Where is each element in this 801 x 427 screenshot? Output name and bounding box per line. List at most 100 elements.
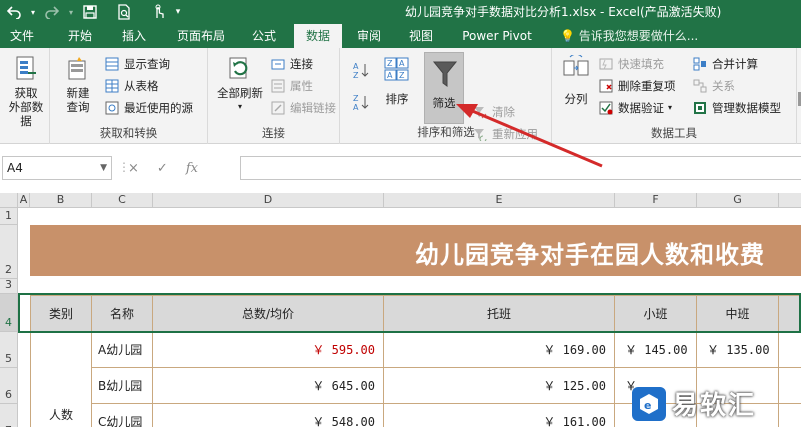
title-banner[interactable]: 幼儿园竞争对手在园人数和收费 [30, 225, 801, 276]
row-header-4[interactable]: 4 [0, 294, 18, 332]
text-to-columns-label: 分列 [564, 92, 588, 106]
xiaoban-cell[interactable]: ￥ 145.00 [615, 332, 697, 368]
tab-view[interactable]: 视图 [398, 24, 444, 48]
edit-links-button[interactable]: 编辑链接 [270, 98, 336, 118]
tab-data[interactable]: 数据 [294, 24, 342, 48]
consolidate-button[interactable]: 合并计算 [692, 54, 758, 74]
name-box[interactable]: A4 ▼ [2, 156, 112, 180]
next-cell[interactable] [779, 332, 801, 368]
header-name[interactable]: 名称 [92, 295, 153, 332]
column-header-b[interactable]: B [30, 193, 92, 208]
tuoban-cell[interactable]: ￥ 169.00 [384, 332, 615, 368]
text-to-columns-button[interactable]: 分列 [556, 54, 596, 106]
confirm-entry-icon[interactable]: ✓ [157, 161, 168, 176]
remove-duplicates-icon [598, 78, 614, 94]
refresh-all-label: 全部刷新 [217, 86, 263, 100]
recent-sources-button[interactable]: 最近使用的源 [104, 98, 193, 118]
properties-button[interactable]: 属性 [270, 76, 313, 96]
relationships-icon [692, 78, 708, 94]
relationships-button[interactable]: 关系 [692, 76, 735, 96]
category-cell[interactable]: 人数 [30, 332, 92, 427]
header-total-avg[interactable]: 总数/均价 [153, 295, 384, 332]
tell-me-text: 告诉我您想要做什么... [578, 29, 699, 43]
row-header-5[interactable]: 5 [0, 332, 18, 368]
row-header-3[interactable]: 3 [0, 278, 18, 294]
select-all-corner[interactable] [0, 193, 18, 208]
refresh-all-dropdown[interactable]: ▾ [212, 100, 268, 114]
text-to-columns-icon [562, 54, 590, 84]
touch-mode-icon[interactable] [144, 0, 172, 24]
tell-me-box[interactable]: 💡 告诉我您想要做什么... [560, 24, 698, 48]
header-xiaoban[interactable]: 小班 [615, 295, 697, 332]
refresh-all-button[interactable]: 全部刷新 ▾ [212, 54, 268, 114]
redo-icon[interactable] [38, 0, 66, 24]
connections-button[interactable]: 连接 [270, 54, 313, 74]
get-external-data-button[interactable]: 获取 外部数据 [4, 54, 48, 128]
row-header-2[interactable]: 2 [0, 225, 18, 279]
undo-dropdown-icon[interactable]: ▾ [28, 0, 38, 24]
show-queries-label: 显示查询 [124, 57, 170, 71]
svg-text:A: A [353, 103, 359, 111]
new-query-button[interactable]: 新建 查询 [56, 54, 100, 114]
name-box-dropdown-icon[interactable]: ▼ [100, 157, 107, 179]
tab-review[interactable]: 审阅 [346, 24, 392, 48]
column-header-c[interactable]: C [92, 193, 153, 208]
table-row[interactable]: A幼儿园 [92, 332, 153, 368]
tab-home[interactable]: 开始 [56, 24, 104, 48]
sort-ascending-button[interactable]: AZ [352, 60, 374, 80]
edit-links-icon [270, 100, 286, 116]
window-title: 幼儿园竞争对手数据对比分析1.xlsx - Excel(产品激活失败) [405, 5, 722, 19]
row-header-6[interactable]: 6 [0, 368, 18, 404]
manage-data-model-button[interactable]: 管理数据模型 [692, 98, 781, 118]
data-validation-dropdown[interactable]: ▾ [668, 98, 672, 118]
column-header-h[interactable] [779, 193, 801, 208]
show-queries-icon [104, 56, 120, 72]
header-tuoban[interactable]: 托班 [384, 295, 615, 332]
insert-function-icon[interactable]: fx [186, 161, 198, 176]
tab-insert[interactable]: 插入 [110, 24, 158, 48]
flash-fill-button[interactable]: 快速填充 [598, 54, 664, 74]
column-header-f[interactable]: F [615, 193, 697, 208]
from-table-button[interactable]: 从表格 [104, 76, 159, 96]
total-cell[interactable]: ￥ 548.00 [153, 404, 384, 427]
sort-button[interactable]: ZAAZ 排序 [378, 54, 416, 106]
formula-input[interactable] [240, 156, 801, 180]
column-header-e[interactable]: E [384, 193, 615, 208]
tab-power-pivot[interactable]: Power Pivot [452, 24, 542, 48]
sort-descending-button[interactable]: ZA [352, 92, 374, 112]
tab-file[interactable]: 文件 [0, 24, 44, 48]
clear-filter-icon [472, 104, 488, 120]
row-header-1[interactable]: 1 [0, 208, 18, 225]
customize-qat-icon[interactable]: ▾ [172, 0, 184, 24]
cancel-entry-icon[interactable]: × [128, 161, 139, 176]
column-header-d[interactable]: D [153, 193, 384, 208]
total-cell[interactable]: ￥ 645.00 [153, 368, 384, 404]
tab-formulas[interactable]: 公式 [240, 24, 288, 48]
data-model-icon [692, 100, 708, 116]
header-category[interactable]: 类别 [30, 295, 92, 332]
table-row[interactable]: C幼儿园 [92, 404, 153, 427]
total-cell[interactable]: ￥ 595.00 [153, 332, 384, 368]
undo-icon[interactable] [0, 0, 28, 24]
sort-label: 排序 [385, 92, 409, 106]
remove-duplicates-button[interactable]: 删除重复项 [598, 76, 676, 96]
header-next[interactable] [779, 295, 801, 332]
data-validation-button[interactable]: 数据验证 ▾ [598, 98, 672, 118]
column-header-a[interactable]: A [18, 193, 30, 208]
header-zhongban[interactable]: 中班 [697, 295, 779, 332]
tuoban-cell[interactable]: ￥ 125.00 [384, 368, 615, 404]
filter-button[interactable]: 筛选 [424, 52, 464, 124]
table-row[interactable]: B幼儿园 [92, 368, 153, 404]
next-cell[interactable] [779, 368, 801, 404]
save-icon[interactable] [76, 0, 104, 24]
tuoban-cell[interactable]: ￥ 161.00 [384, 404, 615, 427]
print-preview-icon[interactable] [110, 0, 138, 24]
clear-filter-button[interactable]: 清除 [472, 102, 515, 122]
column-header-g[interactable]: G [697, 193, 779, 208]
row-header-7[interactable]: 7 [0, 404, 18, 427]
redo-dropdown-icon[interactable]: ▾ [66, 0, 76, 24]
zhongban-cell[interactable]: ￥ 135.00 [697, 332, 779, 368]
get-external-data-label-2: 外部数据 [8, 100, 44, 128]
show-queries-button[interactable]: 显示查询 [104, 54, 170, 74]
tab-page-layout[interactable]: 页面布局 [166, 24, 236, 48]
